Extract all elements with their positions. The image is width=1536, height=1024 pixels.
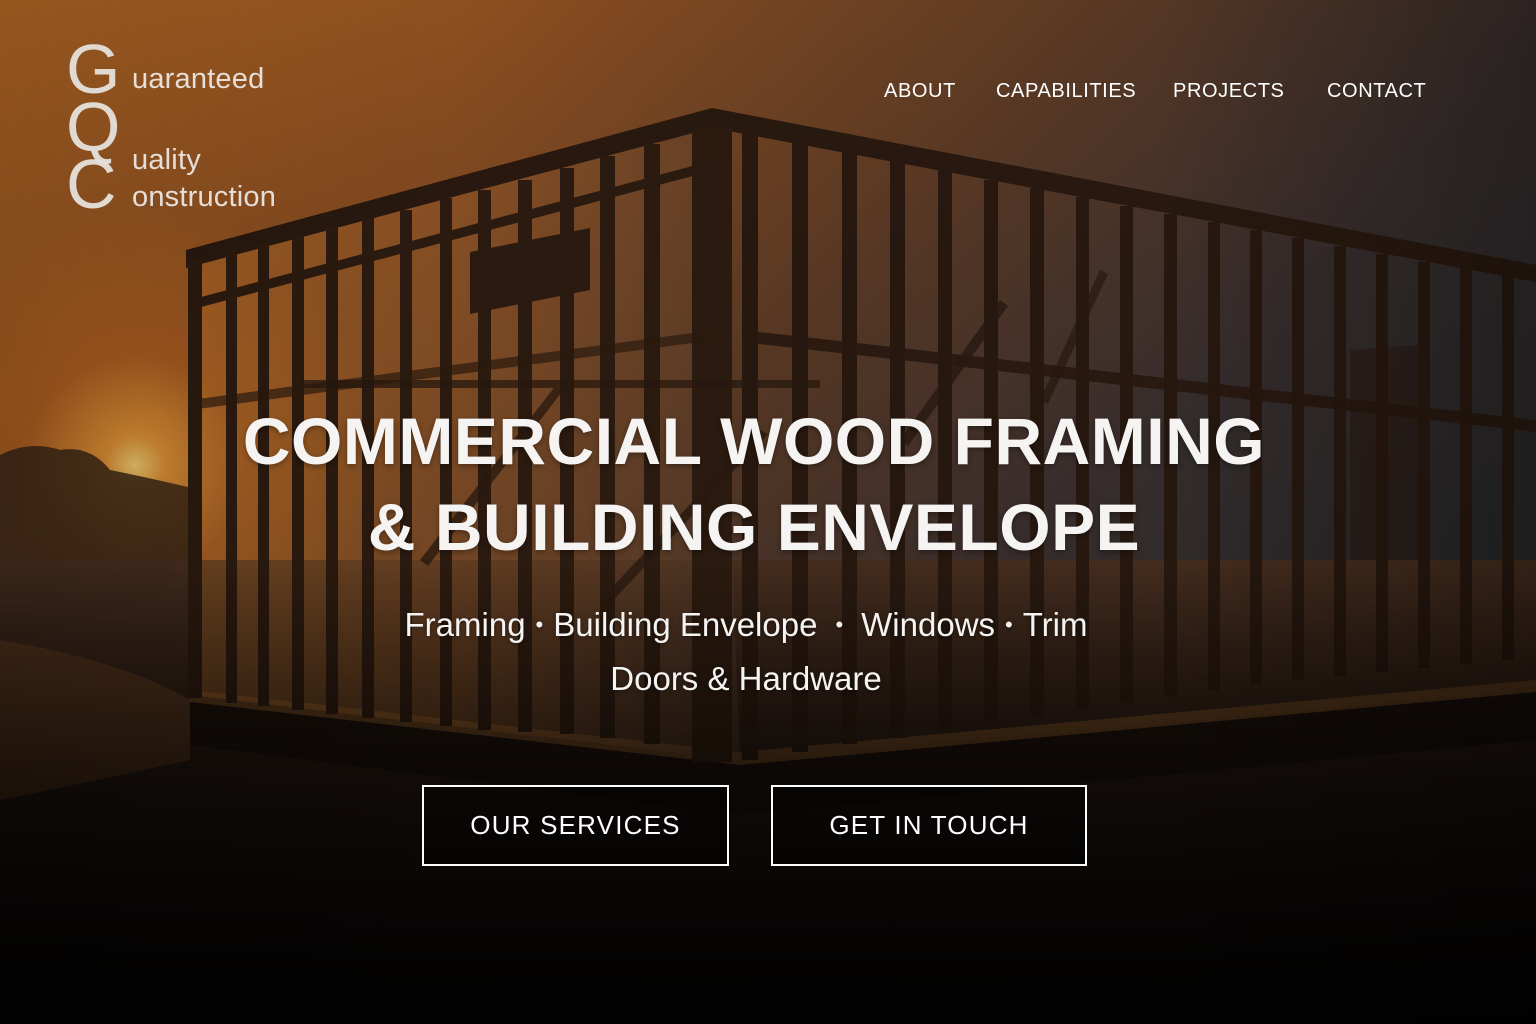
logo-letter-c: C bbox=[66, 145, 117, 223]
nav-capabilities[interactable]: CAPABILITIES bbox=[996, 80, 1136, 103]
service-trim: Trim bbox=[1022, 606, 1088, 643]
get-in-touch-button[interactable]: GET IN TOUCH bbox=[771, 785, 1087, 866]
services-row-1: Framing • Building Envelope • Windows • Trim bbox=[0, 598, 1492, 652]
logo-word-construction: onstruction bbox=[132, 181, 277, 213]
our-services-button[interactable]: OUR SERVICES bbox=[422, 785, 729, 866]
service-framing: Framing bbox=[404, 606, 526, 643]
bullet-separator: • bbox=[1005, 612, 1013, 637]
headline-line-2: & BUILDING ENVELOPE bbox=[367, 490, 1141, 564]
company-logo[interactable]: G Q C uaranteed uality onstruction bbox=[66, 34, 326, 224]
nav-about[interactable]: ABOUT bbox=[884, 80, 956, 103]
headline-line-1: COMMERCIAL WOOD FRAMING bbox=[242, 404, 1266, 478]
service-building-envelope: Building Envelope bbox=[553, 606, 818, 643]
hero-headline: COMMERCIAL WOOD FRAMING & BUILDING ENVEL… bbox=[0, 398, 1508, 570]
nav-projects[interactable]: PROJECTS bbox=[1173, 80, 1284, 103]
bullet-separator: • bbox=[535, 612, 544, 637]
services-list: Framing • Building Envelope • Windows • Trim D… bbox=[0, 598, 1492, 706]
main-navigation: ABOUT CAPABILITIES PROJECTS CONTACT bbox=[0, 80, 1536, 106]
nav-contact[interactable]: CONTACT bbox=[1327, 80, 1426, 103]
service-windows: Windows bbox=[861, 606, 996, 643]
service-doors-hardware: Doors & Hardware bbox=[610, 660, 882, 697]
bullet-separator: • bbox=[835, 612, 844, 637]
logo-word-quality: uality bbox=[132, 144, 201, 176]
